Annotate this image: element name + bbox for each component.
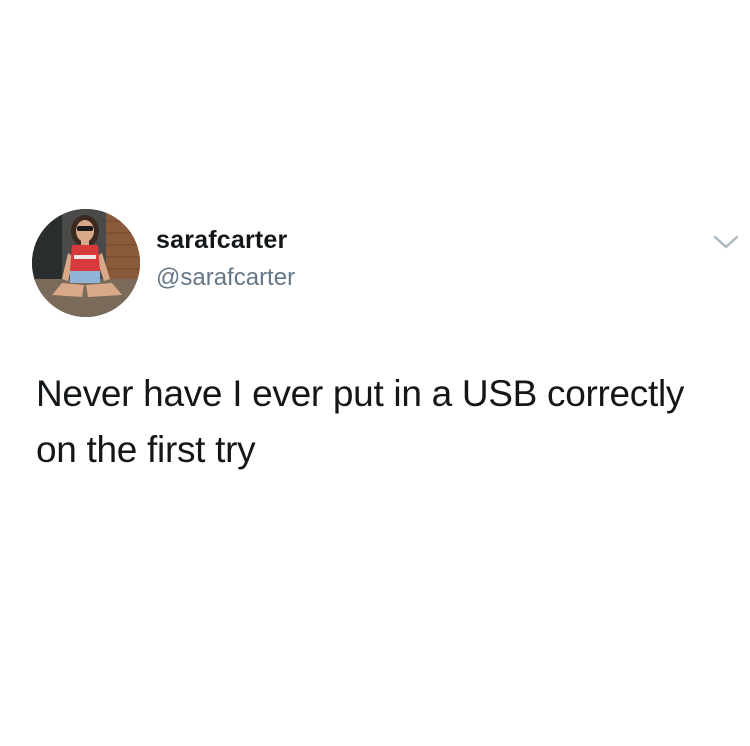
avatar-photo xyxy=(32,209,140,317)
tweet-text: Never have I ever put in a USB correctly… xyxy=(36,373,685,470)
display-name[interactable]: sarafcarter xyxy=(156,226,287,255)
user-handle[interactable]: @sarafcarter xyxy=(156,264,295,292)
chevron-down-icon[interactable] xyxy=(712,232,740,252)
tweet-card: sarafcarter @sarafcarter Never have I ev… xyxy=(0,0,750,746)
avatar[interactable] xyxy=(32,209,140,317)
